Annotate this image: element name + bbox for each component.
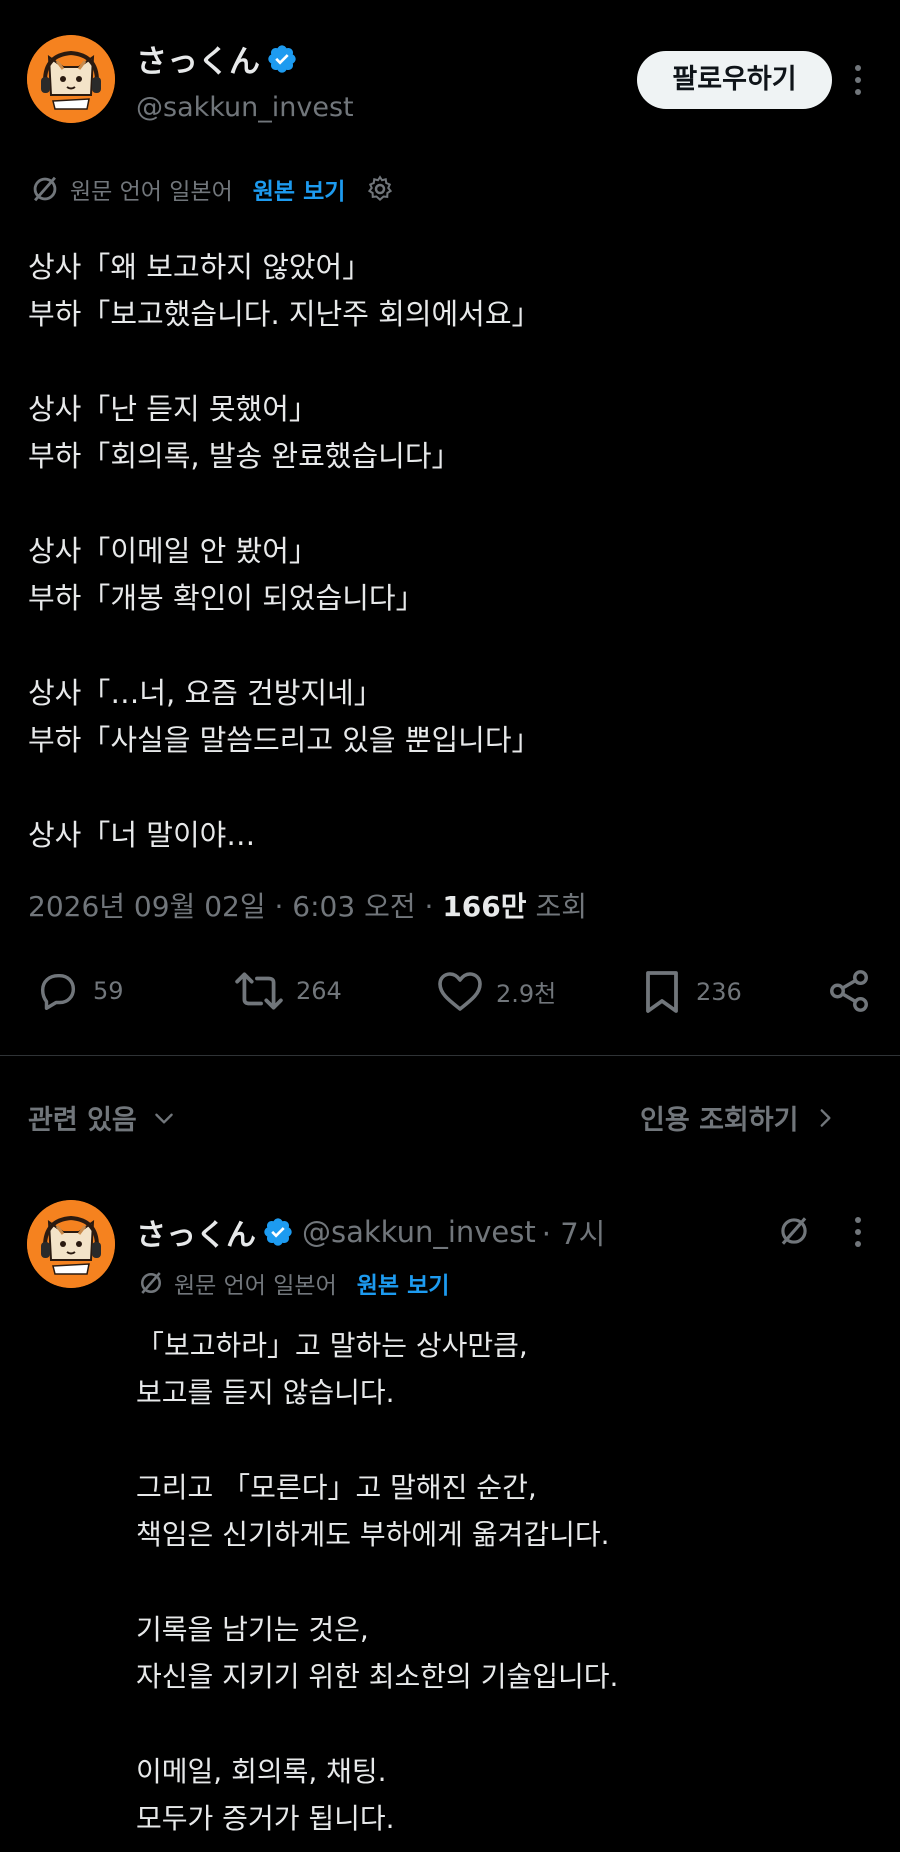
tweet-line: 상사「…너, 요즘 건방지네」 xyxy=(28,676,383,710)
chevron-right-icon xyxy=(821,1108,831,1127)
bookmark-icon xyxy=(646,971,678,1013)
reply-button[interactable]: 59 xyxy=(35,968,124,1014)
tweet-line: 상사「너 말이야… xyxy=(28,818,256,852)
view-original-link[interactable]: 원본 보기 xyxy=(253,172,346,206)
like-button[interactable]: 2.9천 xyxy=(436,968,556,1014)
author-handle[interactable]: @sakkun_invest xyxy=(136,92,354,123)
tweet-line: 부하「보고했습니다. 지난주 회의에서요」 xyxy=(28,297,541,331)
reply-line: 기록을 남기는 것은, xyxy=(136,1613,369,1646)
translate-icon xyxy=(141,1272,161,1294)
tweet-line: 상사「난 듣지 못했어」 xyxy=(28,392,318,426)
verified-badge-icon xyxy=(268,44,296,73)
reply-more-button[interactable] xyxy=(846,1212,870,1252)
related-toggle[interactable]: 관련 있음 xyxy=(28,1098,177,1137)
related-label: 관련 있음 xyxy=(28,1105,137,1136)
author-name-row[interactable]: さっくん xyxy=(136,36,298,81)
tweet-line: 상사「왜 보고하지 않았어」 xyxy=(28,250,372,284)
author-display-name[interactable]: さっくん xyxy=(136,36,260,81)
reply-count: 59 xyxy=(93,977,124,1005)
reply-line: 그리고 「모른다」고 말해진 순간, xyxy=(136,1471,537,1504)
reply-view-original-link[interactable]: 원본 보기 xyxy=(357,1266,450,1300)
gear-icon[interactable] xyxy=(365,174,395,204)
heart-icon xyxy=(438,972,482,1011)
reply-line: 「보고하라」고 말하는 상사만큼, xyxy=(136,1329,528,1362)
reply-line: 모두가 증거가 됩니다. xyxy=(136,1802,395,1835)
reply-translation-row: 원문 언어 일본어 원본 보기 xyxy=(136,1266,449,1300)
section-divider xyxy=(0,1055,900,1056)
like-count: 2.9천 xyxy=(496,979,557,1008)
reply-icon xyxy=(40,973,76,1010)
reply-line: 보고를 듣지 않습니다. xyxy=(136,1376,395,1409)
follow-button[interactable]: 팔로우하기 xyxy=(637,51,832,109)
reply-translate-button[interactable] xyxy=(775,1212,813,1254)
tweet-line: 상사「이메일 안 봤어」 xyxy=(28,534,318,568)
reply-author-avatar[interactable] xyxy=(27,1200,115,1288)
more-vertical-icon xyxy=(855,65,861,95)
view-quotes-label: 인용 조회하기 xyxy=(640,1105,799,1136)
tweet-line: 부하「사실을 말씀드리고 있을 뿐입니다」 xyxy=(28,723,541,757)
tweet-meta: 2026년 09월 02일 · 6:03 오전 · 166만 조회 xyxy=(28,885,587,925)
reply-line: 이메일, 회의록, 채팅. xyxy=(136,1755,387,1788)
verified-badge-icon xyxy=(264,1218,292,1246)
reply-translation-label: 원문 언어 일본어 xyxy=(174,1273,337,1299)
cat-avatar-icon xyxy=(27,1200,115,1288)
reply-line: 자신을 지키기 위한 최소한의 기술입니다. xyxy=(136,1660,619,1693)
translate-icon xyxy=(33,176,57,202)
reply-author-handle[interactable]: @sakkun_invest xyxy=(302,1215,536,1249)
more-options-button[interactable] xyxy=(846,60,870,100)
cat-avatar-icon xyxy=(27,35,115,123)
reply-line: 책임은 신기하게도 부하에게 옮겨갑니다. xyxy=(136,1518,610,1551)
reply-author-name[interactable]: さっくん xyxy=(136,1210,256,1254)
view-quotes-link[interactable]: 인용 조회하기 xyxy=(640,1098,838,1137)
tweet-line: 부하「개봉 확인이 되었습니다」 xyxy=(28,581,425,615)
translation-label: 원문 언어 일본어 xyxy=(70,179,233,205)
chevron-down-icon xyxy=(154,1113,173,1124)
retweet-icon xyxy=(235,972,283,1010)
share-icon xyxy=(830,970,868,1012)
reply-header-row: さっくん @sakkun_invest · 7시 xyxy=(136,1210,605,1254)
translation-row: 원문 언어 일본어 원본 보기 xyxy=(28,172,395,206)
tweet-line: 부하「회의록, 발송 완료했습니다」 xyxy=(28,439,461,473)
more-vertical-icon xyxy=(855,1217,861,1247)
retweet-button[interactable]: 264 xyxy=(234,968,342,1014)
author-avatar[interactable] xyxy=(27,35,115,123)
view-count: 166만 xyxy=(442,890,527,923)
bookmark-button[interactable]: 236 xyxy=(640,968,742,1016)
tweet-timestamp[interactable]: 2026년 09월 02일 · 6:03 오전 · xyxy=(28,890,433,923)
bookmark-count: 236 xyxy=(696,978,742,1006)
translate-icon xyxy=(781,1217,807,1245)
reply-timestamp[interactable]: · 7시 xyxy=(542,1211,606,1253)
share-button[interactable] xyxy=(826,968,884,1014)
view-count-label: 조회 xyxy=(535,890,587,923)
retweet-count: 264 xyxy=(296,977,342,1005)
